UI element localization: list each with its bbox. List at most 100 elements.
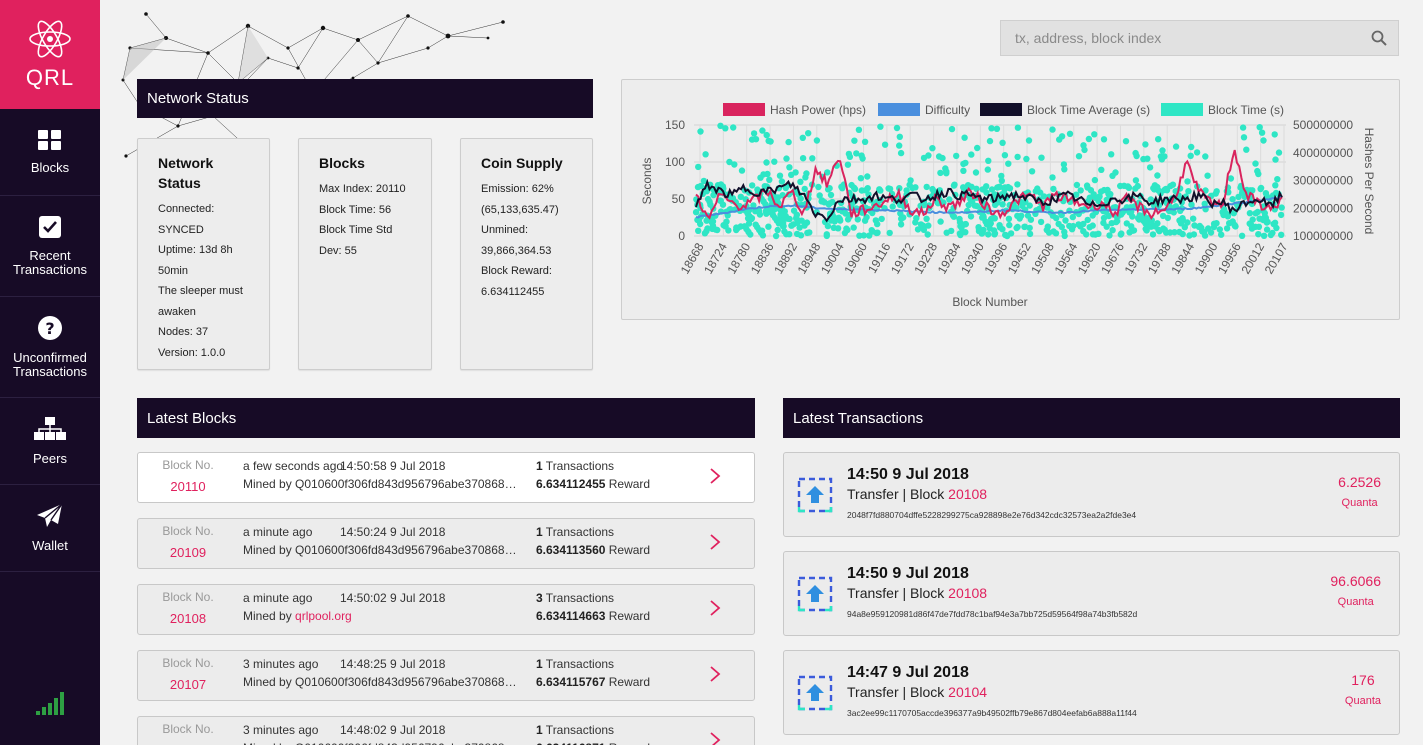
tx-hash[interactable]: 3ac2ee99c1170705accde396377a9b49502ffb79… [847,708,1137,718]
block-time-point [788,222,795,229]
chevron-right-icon[interactable] [708,665,722,683]
block-time-point [885,185,892,192]
transaction-card[interactable]: 14:50 9 Jul 2018 Transfer | Block 20108 94… [783,551,1400,636]
tx-hash[interactable]: 2048f7fd880704dffe5228299275ca928898e2e7… [847,510,1136,520]
block-time-point [1255,170,1262,178]
nav-item-recent-transactions[interactable]: Recent Transactions [0,196,100,297]
card-title: Network Status [158,155,214,191]
block-time-point [1191,222,1198,229]
block-time-point [823,232,830,240]
block-time-point [1202,153,1209,160]
block-time-point [1219,208,1226,216]
nav-item-peers[interactable]: Peers [0,398,100,485]
block-time-point [968,151,975,158]
block-time-point [1143,227,1150,234]
block-time-point [948,125,956,133]
block-time-point [1129,227,1136,234]
block-time-point [937,218,944,225]
block-number-link[interactable]: 20107 [138,677,238,692]
block-time-point [1151,223,1159,230]
legend-label: Hash Power (hps) [770,103,866,117]
block-row[interactable]: Block No. 20107 3 minutes ago 14:48:25 9 Ju… [137,650,755,701]
block-time-point [1260,232,1268,239]
block-time-point [1188,143,1195,151]
card-line: Unmined: [481,224,529,236]
block-time-point [738,167,746,174]
block-time-point [1014,223,1021,231]
block-number-link[interactable]: 20110 [138,479,238,494]
tx-type: Transfer | Block 20108 [847,486,987,502]
block-time-point [1257,184,1265,192]
block-time-point [943,170,950,177]
block-tx-count: 1 Transactions [536,723,614,737]
nav-item-blocks[interactable]: Blocks [0,109,100,196]
tx-amount-unit: Quanta [1344,695,1381,707]
block-time-point [793,215,800,222]
tx-block-link[interactable]: 20108 [948,486,987,502]
block-time-chart: Hash Power (hps) Difficulty Block Time Ave… [640,103,1376,309]
block-number-link[interactable]: 20109 [138,545,238,560]
nav-label: Blocks [30,160,70,175]
block-row[interactable]: Block No. 20109 a minute ago 14:50:24 9 Jul… [137,518,755,569]
block-row[interactable]: Block No. 3 minutes ago 14:48:02 9 Jul 201… [137,716,755,745]
reward-value: 6.634113560 [536,543,606,557]
y-right-tick: 400000000 [1293,146,1353,160]
block-time-point [1164,214,1172,222]
block-time-point [1267,231,1275,239]
block-time-point [1207,229,1215,236]
card-title: Blocks [319,155,365,171]
block-time-point [961,134,968,141]
tx-block-link[interactable]: 20108 [948,585,987,601]
block-row[interactable]: Block No. 20108 a minute ago 14:50:02 9 Jul… [137,584,755,635]
signal-strength-icon [36,692,64,715]
block-row[interactable]: Block No. 20110 a few seconds ago 14:50:58 … [137,452,755,503]
block-time-point [975,227,983,235]
block-time-point [844,161,852,168]
block-time-point [1252,160,1259,167]
block-time-point [967,213,975,220]
block-time-point [1058,133,1066,140]
nav-label: Recent Transactions [13,248,87,277]
block-time-point [1129,213,1136,220]
nav-item-wallet[interactable]: Wallet [0,485,100,572]
chevron-right-icon[interactable] [708,467,722,485]
transaction-card[interactable]: 14:47 9 Jul 2018 Transfer | Block 20104 3a… [783,650,1400,735]
search-button[interactable] [1360,21,1398,55]
legend-label: Block Time Average (s) [1027,103,1150,117]
miner-address[interactable]: qrlpool.org [295,609,352,623]
block-time-point [912,184,919,191]
chevron-right-icon[interactable] [708,533,722,551]
nav-item-unconfirmed-transactions[interactable]: ? Unconfirmed Transactions [0,297,100,398]
qrl-logo[interactable]: QRL [0,0,100,109]
block-time-point [765,223,772,230]
block-time-point [776,172,784,179]
block-time-point [1260,137,1267,144]
block-time-point [874,220,881,228]
chevron-right-icon[interactable] [708,599,722,617]
block-time-point [950,182,958,189]
block-number-link[interactable]: 20108 [138,611,238,626]
reward-label: Reward [605,609,651,623]
transaction-card[interactable]: 14:50 9 Jul 2018 Transfer | Block 20108 20… [783,452,1400,537]
block-time-point [1227,175,1235,182]
block-time-point [974,144,981,152]
tx-count-label: Transactions [542,591,615,605]
block-time-point [834,225,842,232]
network-status-header: Network Status [137,79,593,118]
tx-amount-unit: Quanta [1341,497,1378,509]
block-time-point [1120,182,1128,189]
block-time-point [1271,219,1279,226]
search-input[interactable] [1001,30,1360,46]
card-line: Version: 1.0.0 [158,346,226,359]
tx-hash[interactable]: 94a8e959120981d86f47de7fdd78c1baf94e3a7b… [847,609,1137,619]
block-time-point [986,137,994,145]
block-time-point [1045,229,1053,236]
tx-amount-unit: Quanta [1337,596,1374,608]
chevron-right-icon[interactable] [708,731,722,745]
block-time-point [1272,182,1279,189]
tx-block-link[interactable]: 20104 [948,684,987,700]
block-time-point [1184,219,1191,226]
block-time-point [1123,220,1130,227]
block-no-label: Block No. [162,656,214,670]
section-title: Latest Blocks [147,409,237,427]
